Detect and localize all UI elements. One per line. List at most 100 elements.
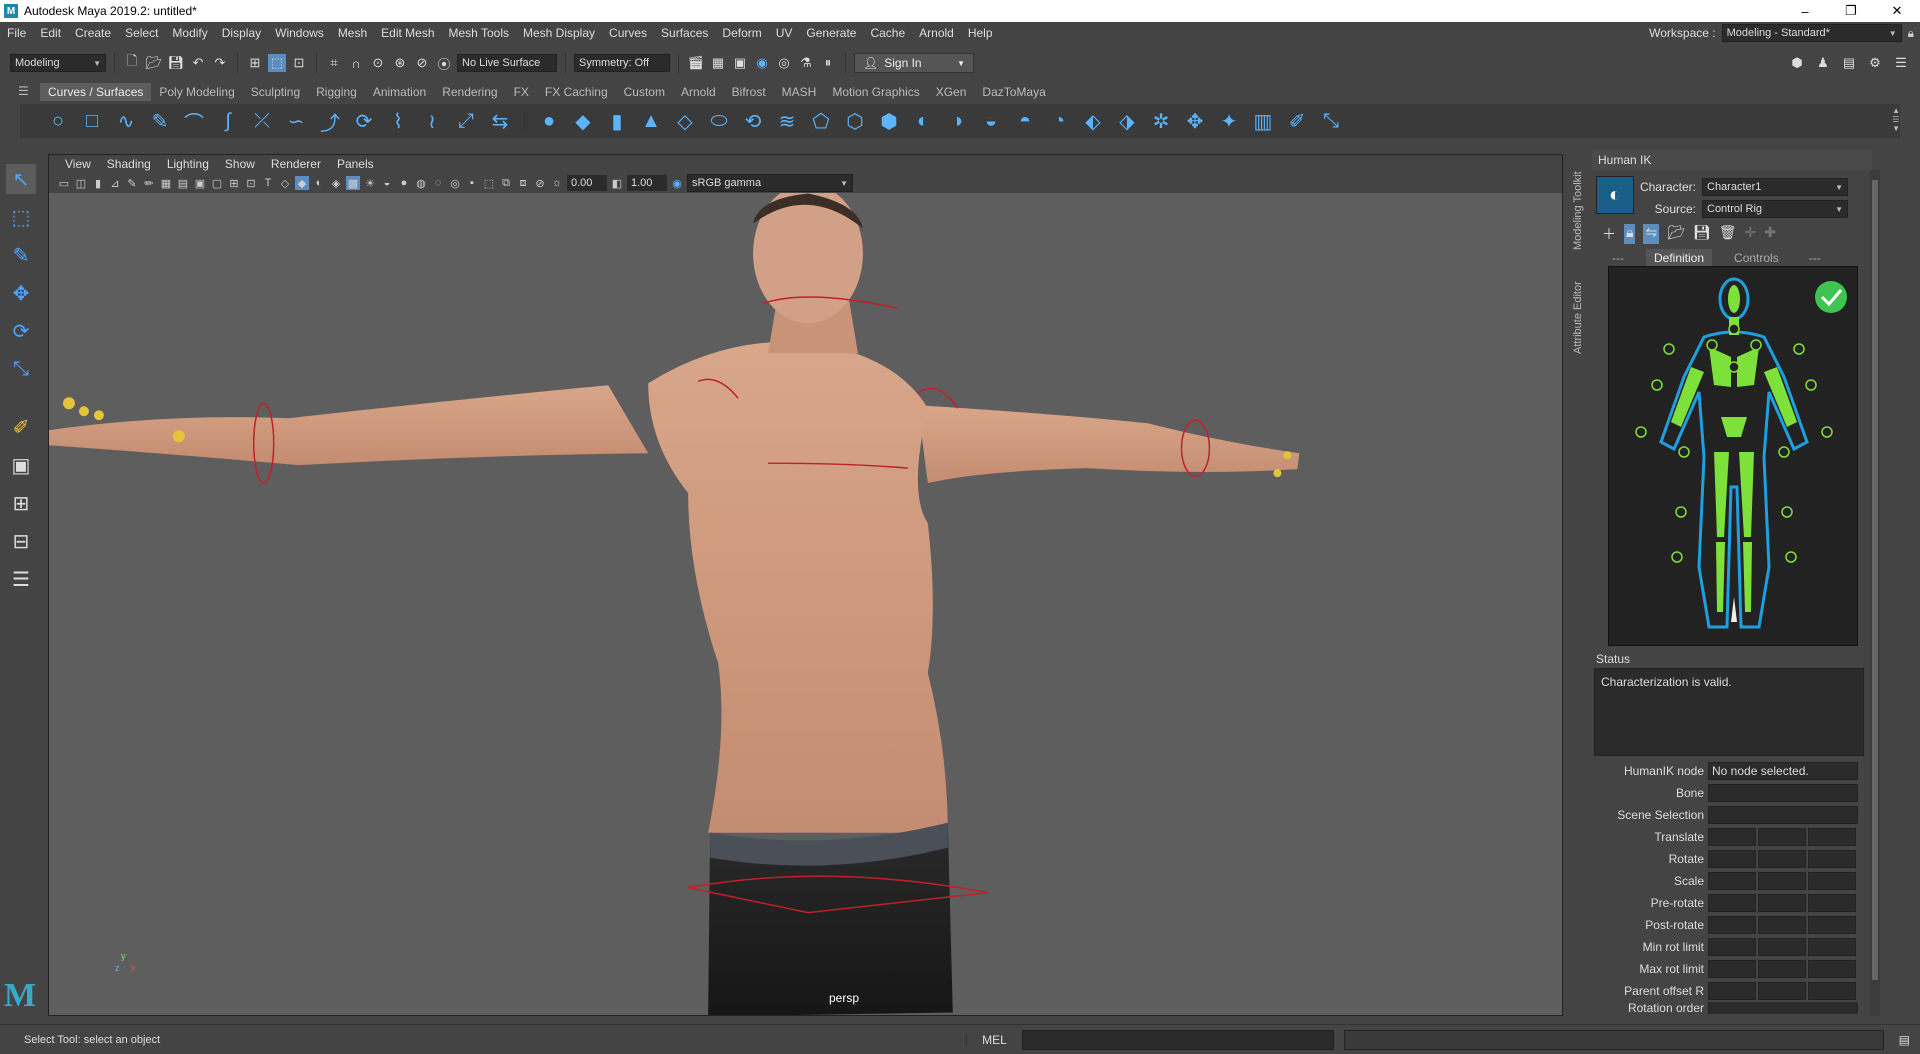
insert-isoparm-icon[interactable]: ✥: [1181, 107, 1209, 135]
xray-icon[interactable]: ⬚: [482, 176, 496, 190]
square-surface-icon[interactable]: ◒: [977, 107, 1005, 135]
select-hierarchy-icon[interactable]: ⊞: [246, 54, 264, 72]
rebuild-surface-icon[interactable]: ▥: [1249, 107, 1277, 135]
humanik-scrollbar[interactable]: [1870, 170, 1880, 1016]
character-definition-figure[interactable]: [1608, 266, 1858, 646]
render-view-icon[interactable]: 🎬︎: [687, 54, 705, 72]
hypershade-icon[interactable]: ◎: [775, 54, 793, 72]
loft-icon[interactable]: ≋: [773, 107, 801, 135]
surface-editing-icon[interactable]: ⤡: [1317, 107, 1345, 135]
camera-attributes-icon[interactable]: ▭: [57, 176, 71, 190]
panel-menu-renderer[interactable]: Renderer: [263, 157, 329, 171]
bookmark-icon[interactable]: ▮: [91, 176, 105, 190]
motion-blur-icon[interactable]: ◍: [414, 176, 428, 190]
left-finger-control[interactable]: [62, 397, 75, 410]
depth-of-field-icon[interactable]: ◎: [448, 176, 462, 190]
snap-live-icon[interactable]: ⦿: [435, 54, 453, 72]
source-dropdown[interactable]: Control Rig ▼: [1702, 200, 1848, 218]
menu-help[interactable]: Help: [961, 26, 1000, 40]
mirror-matching-icon[interactable]: ⇋: [1643, 224, 1660, 244]
max-rot-z-field[interactable]: [1808, 960, 1856, 978]
curve-offset-icon[interactable]: ≀: [418, 107, 446, 135]
render-settings-icon[interactable]: ◉: [753, 54, 771, 72]
command-line-input[interactable]: [1022, 1029, 1334, 1050]
snap-point-icon[interactable]: ⊙: [369, 54, 387, 72]
xray-joints-icon[interactable]: ⧉: [499, 176, 513, 190]
undo-icon[interactable]: ↶: [189, 54, 207, 72]
four-view-layout-icon[interactable]: ⊞: [6, 488, 36, 518]
curve-extend-icon[interactable]: ⤢: [452, 107, 480, 135]
shelf-tab-motion-graphics[interactable]: Motion Graphics: [824, 83, 927, 101]
safe-action-icon[interactable]: ⊡: [244, 176, 258, 190]
scale-z-field[interactable]: [1808, 872, 1856, 890]
panel-menu-panels[interactable]: Panels: [329, 157, 382, 171]
color-management-icon[interactable]: ◉: [670, 176, 684, 190]
channel-box-icon[interactable]: ☰: [1892, 54, 1910, 72]
wireframe-on-shaded-icon[interactable]: ◈: [329, 176, 343, 190]
view-transform-dropdown[interactable]: sRGB gamma ▼: [687, 174, 853, 192]
shelf-tab-arnold[interactable]: Arnold: [673, 83, 724, 101]
open-close-surface-icon[interactable]: ✲: [1147, 107, 1175, 135]
script-language-toggle[interactable]: MEL: [966, 1032, 1022, 1047]
rotation-order-field[interactable]: [1708, 1002, 1858, 1014]
scrollbar-thumb[interactable]: [1872, 180, 1878, 980]
snap-curve-icon[interactable]: ∩: [347, 54, 365, 72]
extrude-icon[interactable]: ⬡: [841, 107, 869, 135]
script-editor-icon[interactable]: ▤: [1899, 1033, 1910, 1047]
backface-culling-icon[interactable]: ⊘: [533, 176, 547, 190]
menu-set-dropdown[interactable]: Modeling ▼: [10, 54, 106, 72]
rotate-z-field[interactable]: [1808, 850, 1856, 868]
nurbs-cone-icon[interactable]: ▲: [637, 107, 665, 135]
shelf-scroll-down-icon[interactable]: ▼: [1892, 124, 1900, 133]
two-view-layout-icon[interactable]: ⊟: [6, 526, 36, 556]
attribute-editor-icon[interactable]: ▤: [1840, 54, 1858, 72]
left-thumb-control[interactable]: [172, 430, 185, 443]
menu-file[interactable]: File: [0, 26, 33, 40]
curve-detach-icon[interactable]: ⤴: [316, 107, 344, 135]
gate-mask-icon[interactable]: ▢: [210, 176, 224, 190]
save-skeleton-icon[interactable]: 💾︎: [1693, 224, 1711, 244]
panel-menu-shading[interactable]: Shading: [99, 157, 159, 171]
open-scene-icon[interactable]: 📂︎: [145, 54, 163, 72]
menu-windows[interactable]: Windows: [268, 26, 331, 40]
birail-icon[interactable]: ⬢: [875, 107, 903, 135]
shelf-tab-xgen[interactable]: XGen: [928, 83, 975, 101]
restore-button[interactable]: ❐: [1828, 0, 1874, 22]
shelf-tab-rigging[interactable]: Rigging: [308, 83, 365, 101]
menu-arnold[interactable]: Arnold: [912, 26, 961, 40]
nurbs-torus-icon[interactable]: ⬭: [705, 107, 733, 135]
shelf-menu-icon[interactable]: ☰: [1892, 115, 1900, 124]
nurbs-circle-icon[interactable]: ○: [44, 107, 72, 135]
scale-x-field[interactable]: [1708, 872, 1756, 890]
tab-more[interactable]: ---: [1801, 249, 1829, 267]
pre-rotate-x-field[interactable]: [1708, 894, 1756, 912]
parent-offset-z-field[interactable]: [1808, 982, 1856, 1000]
paint-select-icon[interactable]: ✎: [6, 240, 36, 270]
detach-surfaces-icon[interactable]: ⬗: [1113, 107, 1141, 135]
tool-settings-icon[interactable]: ⚙: [1866, 54, 1884, 72]
max-rot-y-field[interactable]: [1758, 960, 1806, 978]
redo-icon[interactable]: ↷: [211, 54, 229, 72]
resolution-gate-icon[interactable]: ▣: [193, 176, 207, 190]
workspace-dropdown[interactable]: Modeling - Standard* ▼: [1721, 24, 1902, 42]
curve-rebuild-icon[interactable]: ⌇: [384, 107, 412, 135]
pencil-curve-icon[interactable]: ✎: [146, 107, 174, 135]
left-finger-control[interactable]: [78, 406, 89, 417]
shelf-tab-custom[interactable]: Custom: [616, 83, 673, 101]
menu-mesh[interactable]: Mesh: [331, 26, 374, 40]
menu-deform[interactable]: Deform: [715, 26, 768, 40]
shelf-tab-mash[interactable]: MASH: [774, 83, 825, 101]
min-rot-x-field[interactable]: [1708, 938, 1756, 956]
curve-fillet-icon[interactable]: ⟳: [350, 107, 378, 135]
shelf-menu-icon[interactable]: ☰: [18, 84, 29, 98]
post-rotate-y-field[interactable]: [1758, 916, 1806, 934]
load-skeleton-icon[interactable]: 📂︎: [1667, 224, 1685, 244]
tab-modeling-toolkit[interactable]: Modeling Toolkit: [1572, 171, 1584, 250]
trim-tool-icon[interactable]: ◓: [1011, 107, 1039, 135]
live-surface-field[interactable]: No Live Surface: [457, 54, 557, 72]
nurbs-plane-icon[interactable]: ◇: [671, 107, 699, 135]
shelf-tab-fx-caching[interactable]: FX Caching: [537, 83, 616, 101]
tab-skeleton[interactable]: ---: [1604, 249, 1632, 267]
select-component-icon[interactable]: ⊡: [290, 54, 308, 72]
outliner-layout-icon[interactable]: ☰: [6, 564, 36, 594]
